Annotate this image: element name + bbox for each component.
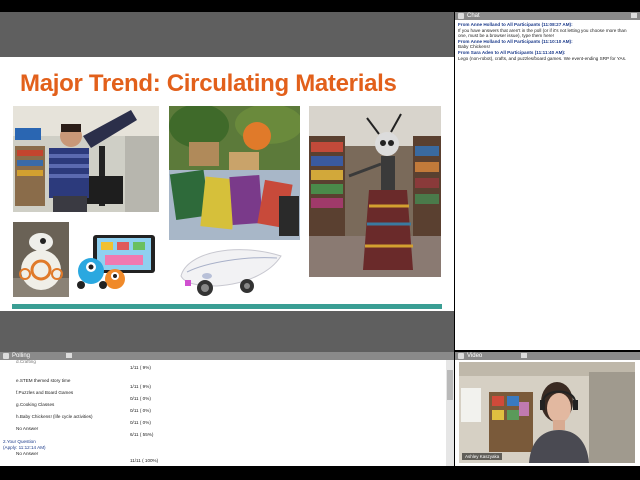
chat-panel: Chat From Anne Holland to All Participan…	[455, 12, 640, 350]
dash-robots-tablet-photo	[75, 233, 159, 291]
chat-message: From Anne Holland to All Participants (1…	[458, 39, 636, 50]
poll-option-result: 0/11 ( 0%)	[130, 420, 151, 425]
panel-menu-icon[interactable]	[66, 353, 72, 358]
participant-video[interactable]: Ashley Kaszyaka	[459, 362, 635, 463]
poll-option-result: 6/11 ( 55%)	[130, 432, 154, 437]
chat-message: From Anne Holland to All Participants (1…	[458, 22, 636, 39]
poll-option-label: g.Cooking Classes	[16, 402, 55, 407]
video-panel: Video Ashley Kaszyaka	[455, 352, 640, 466]
polling-panel-header: Polling	[0, 352, 454, 360]
poll-scrollbar-thumb[interactable]	[447, 370, 453, 400]
chat-icon	[458, 13, 464, 19]
participant-name-label: Ashley Kaszyaka	[462, 453, 503, 460]
panel-menu-icon[interactable]	[521, 353, 527, 358]
poll-total-result: 11/11 ( 100%)	[130, 458, 159, 463]
chat-panel-title: Chat	[467, 13, 480, 19]
chat-messages: From Anne Holland to All Participants (1…	[458, 22, 636, 61]
poll-option-label: No Answer	[16, 451, 39, 456]
poll-option-result: 0/11 ( 0%)	[130, 396, 151, 401]
poll-option-result: 0/11 ( 0%)	[130, 408, 151, 413]
poll-question-label: 2.Your Question	[3, 439, 36, 444]
poll-option-label: h.Baby Chickens! (life cycle activities)	[16, 414, 93, 419]
poll-icon	[3, 353, 9, 359]
poll-option-result: 1/11 ( 9%)	[130, 365, 151, 370]
video-panel-header: Video	[455, 352, 640, 360]
video-panel-title: Video	[467, 353, 483, 359]
white-robot-photo	[177, 242, 285, 300]
polling-panel: Polling d.Crafting 1/11 ( 9%) e.STEM the…	[0, 352, 454, 466]
chat-message-text: Lego (non-robot), crafts, and puzzles/bo…	[458, 55, 627, 61]
chat-panel-header: Chat	[455, 12, 640, 20]
poll-option-label: e.STEM themed story time	[16, 378, 71, 383]
robot-library-photo	[309, 106, 441, 277]
poll-scrollbar[interactable]	[446, 360, 454, 466]
slide-title: Major Trend: Circulating Materials	[20, 70, 397, 97]
slide-footer-bar	[12, 304, 442, 309]
panel-menu-icon[interactable]	[631, 13, 637, 18]
telescope-photo	[13, 106, 159, 212]
bb8-robot-photo	[13, 222, 69, 297]
poll-option-label: No Answer	[16, 426, 39, 431]
poll-results: d.Crafting 1/11 ( 9%) e.STEM themed stor…	[0, 359, 446, 466]
poll-option-label: d.Crafting	[16, 359, 36, 364]
chat-message-text: If you have answers that aren't in the p…	[458, 27, 627, 39]
book-kits-photo	[169, 106, 300, 240]
poll-option-result: 1/11 ( 9%)	[130, 384, 151, 389]
poll-question-time: (Apply: 11:12:14 AM)	[3, 445, 46, 450]
participant-video-image	[459, 362, 635, 463]
poll-option-label: f.Puzzles and Board Games	[16, 390, 74, 395]
video-icon	[458, 353, 464, 359]
chat-message: From Sara Aden to All Participants (11:1…	[458, 50, 636, 61]
